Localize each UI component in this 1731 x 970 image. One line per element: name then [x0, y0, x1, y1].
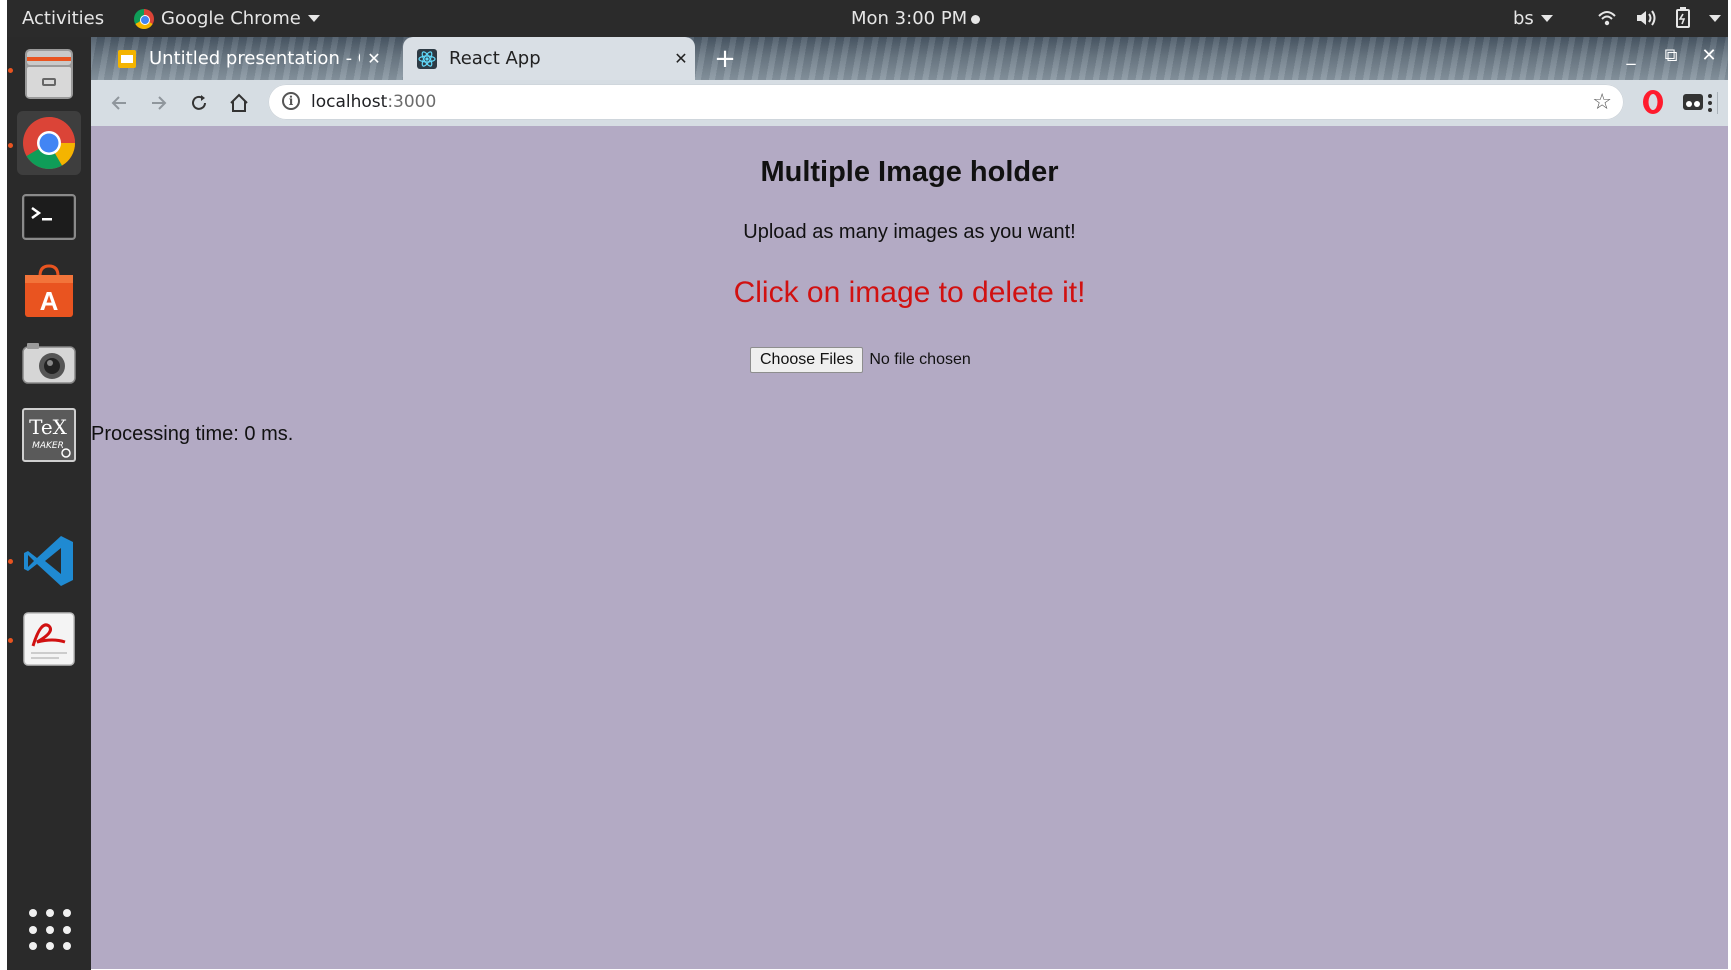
tab-title: React App [449, 48, 541, 69]
file-status: No file chosen [869, 351, 971, 368]
close-window-icon[interactable]: ✕ [1696, 45, 1722, 66]
chevron-down-icon [1540, 15, 1553, 22]
browser-tab-strip: Untitled presentation - Go ✕ React App ✕… [91, 37, 1728, 80]
arrow-right-icon [152, 96, 167, 110]
chevron-down-icon [307, 15, 320, 22]
vscode-icon [24, 536, 73, 586]
restore-icon[interactable]: ⧉ [1658, 45, 1684, 66]
dock-terminal[interactable] [17, 185, 81, 249]
home-icon [230, 93, 248, 112]
dock-pdf-viewer[interactable] [17, 607, 81, 671]
clock[interactable]: Mon 3:00 PM [851, 8, 981, 29]
svg-text:A: A [40, 286, 59, 316]
camera-icon [22, 343, 76, 384]
show-applications-icon[interactable] [29, 909, 71, 951]
url-host: localhost [311, 92, 388, 112]
running-indicator [8, 143, 13, 148]
address-bar[interactable]: i localhost:3000 ☆ [268, 84, 1624, 120]
wifi-icon [1598, 11, 1616, 26]
chrome-icon [134, 8, 154, 29]
system-tray[interactable] [1597, 7, 1721, 29]
chrome-icon [23, 117, 75, 169]
arrow-left-icon [111, 96, 126, 110]
more-vertical-icon [1708, 94, 1712, 112]
processing-time: Processing time: 0 ms. [91, 423, 294, 445]
pdf-viewer-icon [23, 612, 75, 666]
web-page: Multiple Image holder Upload as many ima… [91, 126, 1728, 969]
dock-camera[interactable] [17, 331, 81, 395]
software-center-icon: A [25, 264, 73, 317]
screen-border [0, 0, 7, 970]
page-subtitle: Upload as many images as you want! [743, 221, 1076, 243]
running-indicator [8, 68, 13, 73]
file-input[interactable]: Choose Files No file chosen [750, 347, 971, 373]
page-title: Multiple Image holder [760, 156, 1059, 188]
tab-title: Untitled presentation - Go [149, 48, 360, 69]
dock-chrome[interactable] [17, 111, 81, 175]
running-indicator [8, 638, 13, 643]
keyboard-layout-label: bs [1513, 8, 1534, 29]
back-button[interactable] [105, 89, 133, 117]
browser-toolbar: i localhost:3000 ☆ [91, 80, 1728, 127]
bookmark-star-icon[interactable]: ☆ [1592, 90, 1612, 115]
minimize-icon[interactable]: _ [1618, 45, 1644, 66]
dock-vscode[interactable] [17, 529, 81, 593]
tab-untitled-presentation[interactable]: Untitled presentation - Go ✕ [103, 37, 388, 80]
forward-button[interactable] [145, 89, 173, 117]
activities-button[interactable]: Activities [22, 8, 104, 29]
running-indicator [8, 559, 13, 564]
close-icon[interactable]: ✕ [360, 49, 388, 68]
close-icon[interactable]: ✕ [667, 49, 695, 68]
volume-icon [1637, 10, 1656, 26]
dock-files[interactable] [17, 42, 81, 106]
react-icon [417, 48, 437, 69]
tab-react-app[interactable]: React App ✕ [403, 37, 695, 80]
url-text: localhost:3000 [311, 92, 436, 112]
svg-text:MAKER: MAKER [32, 441, 64, 451]
menu-button[interactable] [1696, 89, 1724, 117]
new-tab-button[interactable]: + [709, 43, 741, 75]
notification-dot-icon [971, 14, 981, 24]
dock-texmaker[interactable]: TeX MAKER [17, 403, 81, 467]
files-icon [25, 49, 73, 99]
app-menu[interactable]: Google Chrome [134, 8, 320, 29]
google-slides-icon [118, 49, 136, 68]
info-icon[interactable]: i [282, 92, 300, 110]
svg-text:TeX: TeX [29, 415, 68, 439]
clock-label: Mon 3:00 PM [851, 8, 968, 29]
system-top-bar: Activities Google Chrome Mon 3:00 PM bs [7, 0, 1728, 37]
dock-software-center[interactable]: A [17, 259, 81, 323]
home-button[interactable] [225, 89, 253, 117]
terminal-icon [22, 194, 76, 240]
chevron-down-icon [1709, 14, 1721, 22]
app-menu-label: Google Chrome [161, 8, 301, 29]
reload-icon [192, 95, 206, 110]
keyboard-layout-menu[interactable]: bs [1513, 8, 1553, 29]
url-port: :3000 [387, 92, 437, 112]
choose-files-button[interactable]: Choose Files [750, 347, 864, 373]
texmaker-icon: TeX MAKER [22, 408, 76, 462]
battery-icon [1676, 7, 1690, 28]
delete-instruction: Click on image to delete it! [733, 276, 1086, 309]
opera-extension-icon[interactable] [1640, 89, 1666, 115]
reload-button[interactable] [185, 89, 213, 117]
dock: A TeX MAKER [7, 37, 91, 970]
